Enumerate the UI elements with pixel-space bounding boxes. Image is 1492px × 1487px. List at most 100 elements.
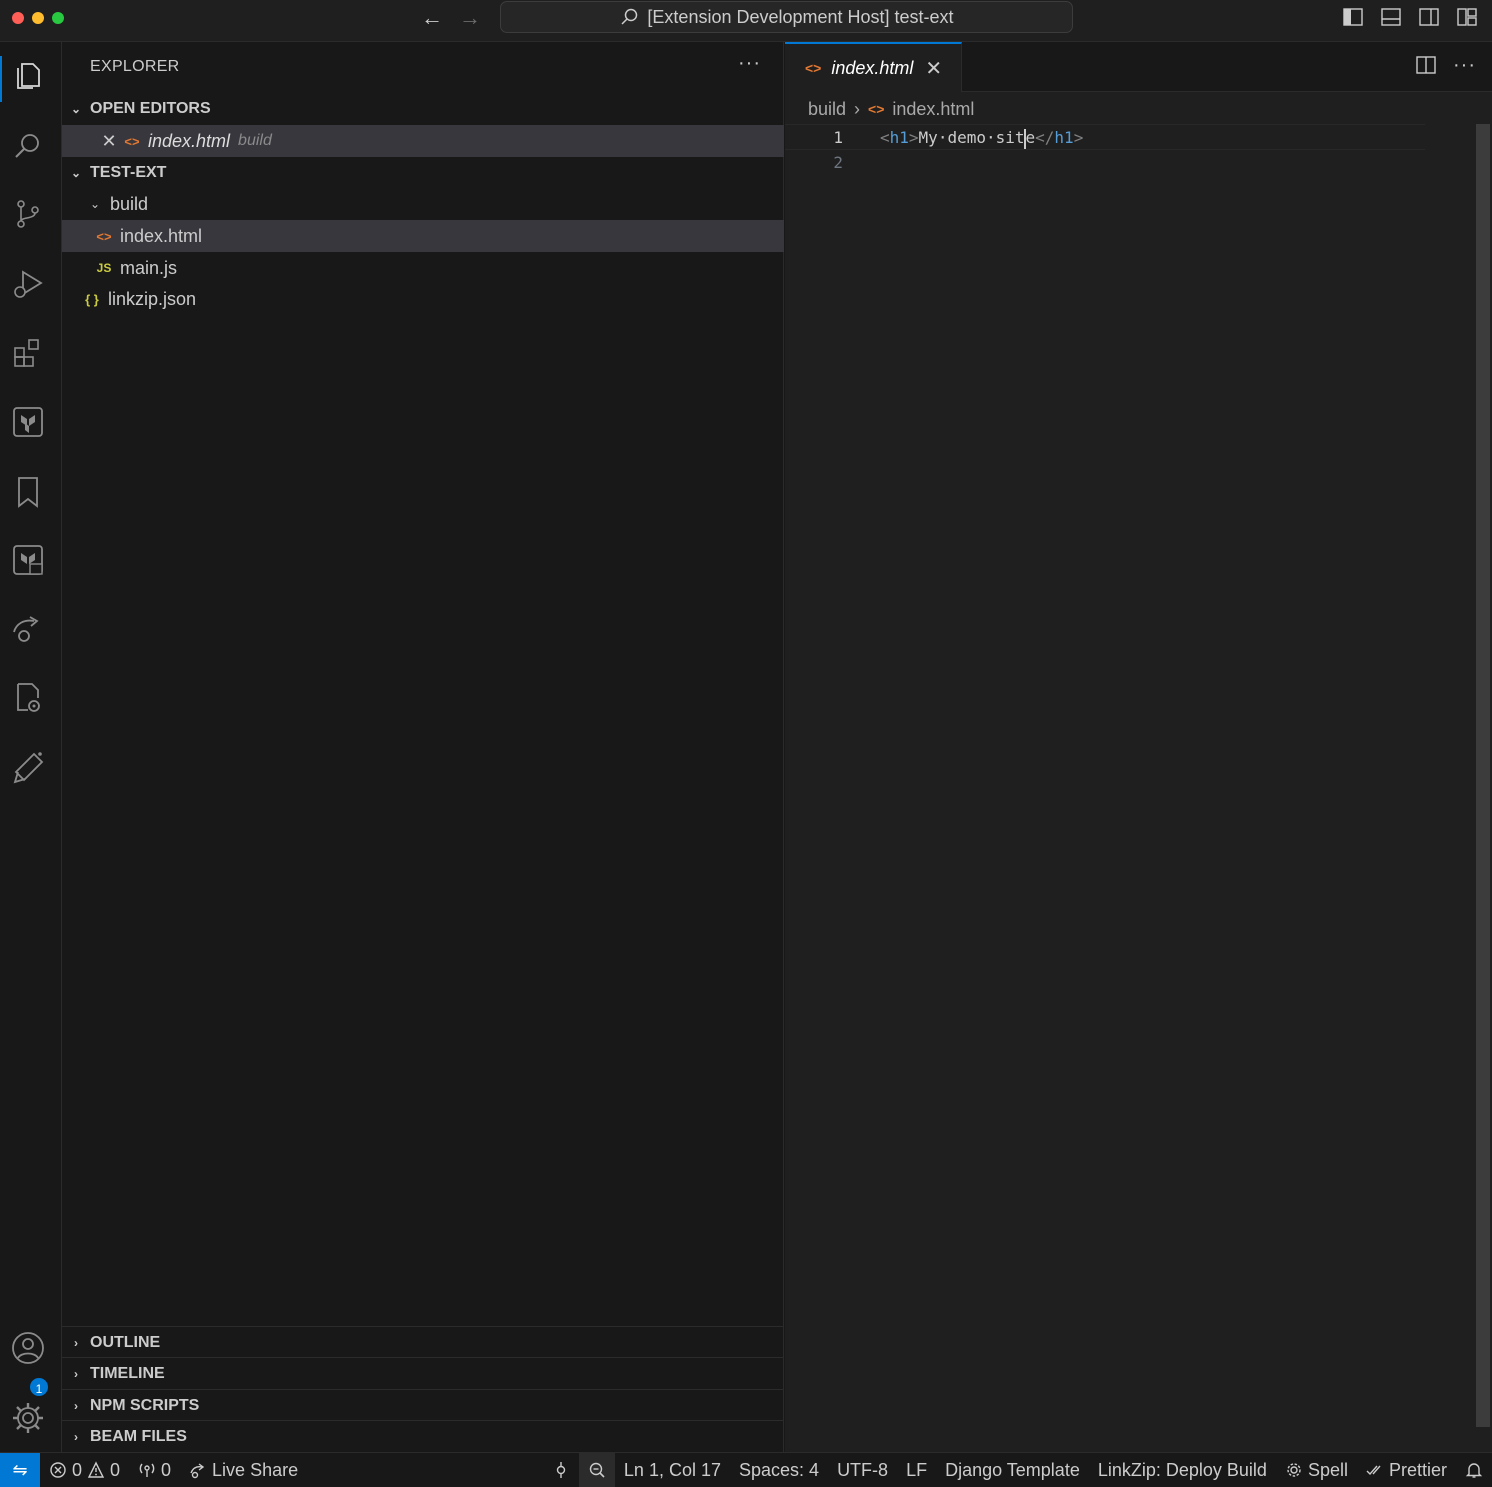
chevron-right-icon: ›: [74, 1335, 78, 1350]
warning-count: 0: [110, 1459, 121, 1480]
indentation[interactable]: Spaces: 4: [730, 1453, 828, 1487]
error-icon: [50, 1462, 66, 1478]
beam-files-section-header[interactable]: › BEAM FILES: [62, 1420, 784, 1452]
language-mode[interactable]: Django Template: [936, 1453, 1089, 1487]
search-icon: [621, 8, 638, 25]
close-window-button[interactable]: [12, 12, 24, 24]
timeline-section-header[interactable]: › TIMELINE: [62, 1357, 784, 1389]
manage-gear-icon[interactable]: [8, 1398, 48, 1438]
tab-label: index.html: [831, 57, 914, 78]
line-content: <h1>My·demo·site</h1>: [880, 128, 1084, 149]
outline-section-header[interactable]: › OUTLINE: [62, 1326, 784, 1358]
extensions-icon[interactable]: [8, 332, 48, 372]
more-actions-icon[interactable]: ···: [1453, 54, 1479, 80]
cursor-position[interactable]: Ln 1, Col 17: [615, 1453, 730, 1487]
chevron-right-icon: ›: [854, 98, 861, 119]
tab-index-html[interactable]: <> index.html ✕: [785, 42, 962, 92]
warning-icon: [87, 1461, 105, 1478]
maximize-window-button[interactable]: [52, 12, 64, 24]
tree-file-linkzip-json[interactable]: { } linkzip.json: [62, 283, 784, 315]
terraform-cloud-icon[interactable]: [8, 540, 48, 580]
tree-file-main-js[interactable]: JS main.js: [62, 252, 784, 284]
go-forward-icon[interactable]: →: [456, 5, 484, 31]
terraform-icon[interactable]: [8, 402, 48, 442]
title-bar: ← → [Extension Development Host] test-ex…: [0, 0, 1492, 42]
notifications-bell-icon[interactable]: [1456, 1453, 1492, 1487]
command-center-label: [Extension Development Host] test-ext: [647, 6, 954, 27]
run-debug-icon[interactable]: [8, 264, 48, 304]
commit-icon[interactable]: [543, 1453, 579, 1487]
split-editor-icon[interactable]: [1415, 54, 1441, 80]
open-editor-item[interactable]: ✕ <> index.html build: [62, 125, 784, 157]
line-number: 1: [833, 128, 843, 147]
encoding[interactable]: UTF-8: [828, 1453, 897, 1487]
live-share-icon: [190, 1463, 205, 1479]
open-editors-header[interactable]: ⌄ OPEN EDITORS: [62, 93, 784, 125]
html-file-icon: <>: [96, 228, 112, 244]
js-file-icon: JS: [96, 261, 112, 275]
open-editor-description: build: [238, 132, 272, 149]
zoom-out-icon[interactable]: [578, 1452, 615, 1487]
close-icon[interactable]: ✕: [925, 56, 942, 81]
code-line[interactable]: 2: [785, 150, 1425, 176]
open-editor-name: index.html: [148, 130, 231, 151]
ports-count: 0: [161, 1459, 172, 1480]
go-back-icon[interactable]: ←: [418, 5, 446, 31]
html-file-icon: <>: [868, 101, 885, 117]
breadcrumb-folder[interactable]: build: [808, 99, 846, 120]
double-check-icon: [1366, 1465, 1381, 1476]
toggle-panel-icon[interactable]: [1380, 6, 1404, 28]
ports-status[interactable]: 0: [129, 1453, 180, 1487]
html-file-icon: <>: [805, 60, 822, 76]
activity-bar: [0, 42, 62, 1452]
npm-scripts-section-header[interactable]: › NPM SCRIPTS: [62, 1389, 784, 1421]
tree-item-label: main.js: [120, 257, 178, 278]
code-line[interactable]: 1 <h1>My·demo·site</h1>: [785, 124, 1425, 150]
breadcrumb-file[interactable]: index.html: [892, 99, 974, 120]
accounts-icon[interactable]: [8, 1328, 48, 1368]
close-icon[interactable]: ✕: [98, 131, 120, 152]
end-of-line[interactable]: LF: [897, 1453, 936, 1487]
workspace-header[interactable]: ⌄ TEST-EXT: [62, 157, 784, 189]
command-center[interactable]: [Extension Development Host] test-ext: [500, 1, 1073, 33]
chevron-down-icon: ⌄: [70, 102, 82, 116]
spell-button[interactable]: Spell: [1276, 1453, 1357, 1487]
customize-layout-icon[interactable]: [1456, 6, 1480, 28]
tree-folder-build[interactable]: ⌄ build: [62, 188, 784, 220]
more-actions-icon[interactable]: ···: [738, 52, 761, 75]
bookmark-icon[interactable]: [8, 472, 48, 512]
broadcast-icon: [139, 1463, 155, 1477]
source-control-icon[interactable]: [8, 194, 48, 234]
prettier-button[interactable]: Prettier: [1357, 1453, 1456, 1487]
search-icon[interactable]: [8, 126, 48, 166]
chevron-down-icon: ⌄: [89, 197, 101, 211]
tree-item-label: build: [110, 193, 149, 214]
problems-status[interactable]: 0 0: [40, 1453, 129, 1487]
toggle-primary-sidebar-icon[interactable]: [1342, 6, 1366, 28]
remote-explorer-icon[interactable]: [8, 610, 48, 650]
html-file-icon: <>: [124, 133, 140, 149]
chevron-down-icon: ⌄: [70, 166, 82, 180]
status-bar: ⇋ 0 0 0 Live Share Ln 1, Col 17 Spaces: …: [0, 1452, 1492, 1487]
chevron-right-icon: ›: [74, 1366, 78, 1381]
testing-icon[interactable]: [8, 748, 48, 788]
error-count: 0: [72, 1459, 83, 1480]
tree-file-index-html[interactable]: <> index.html: [62, 220, 784, 252]
editor-tab-bar: <> index.html ✕ ···: [785, 42, 1492, 92]
tree-item-label: linkzip.json: [108, 288, 197, 309]
chevron-right-icon: ›: [74, 1429, 78, 1444]
minimize-window-button[interactable]: [32, 12, 44, 24]
remote-indicator-icon[interactable]: ⇋: [0, 1452, 40, 1487]
explorer-sidebar: EXPLORER ··· ⌄ OPEN EDITORS ✕ <> index.h…: [62, 42, 784, 1452]
gear-icon: [1287, 1463, 1301, 1477]
manage-badge: 1: [28, 1376, 50, 1398]
chevron-right-icon: ›: [74, 1398, 78, 1413]
toggle-secondary-sidebar-icon[interactable]: [1418, 6, 1442, 28]
explorer-icon[interactable]: [8, 56, 48, 96]
line-number: 2: [833, 153, 843, 172]
live-share-button[interactable]: Live Share: [180, 1453, 307, 1487]
sidebar-title: EXPLORER: [90, 58, 180, 75]
settings-sync-icon[interactable]: [8, 678, 48, 718]
editor-scrollbar[interactable]: [1476, 124, 1490, 1427]
linkzip-deploy-button[interactable]: LinkZip: Deploy Build: [1089, 1453, 1276, 1487]
